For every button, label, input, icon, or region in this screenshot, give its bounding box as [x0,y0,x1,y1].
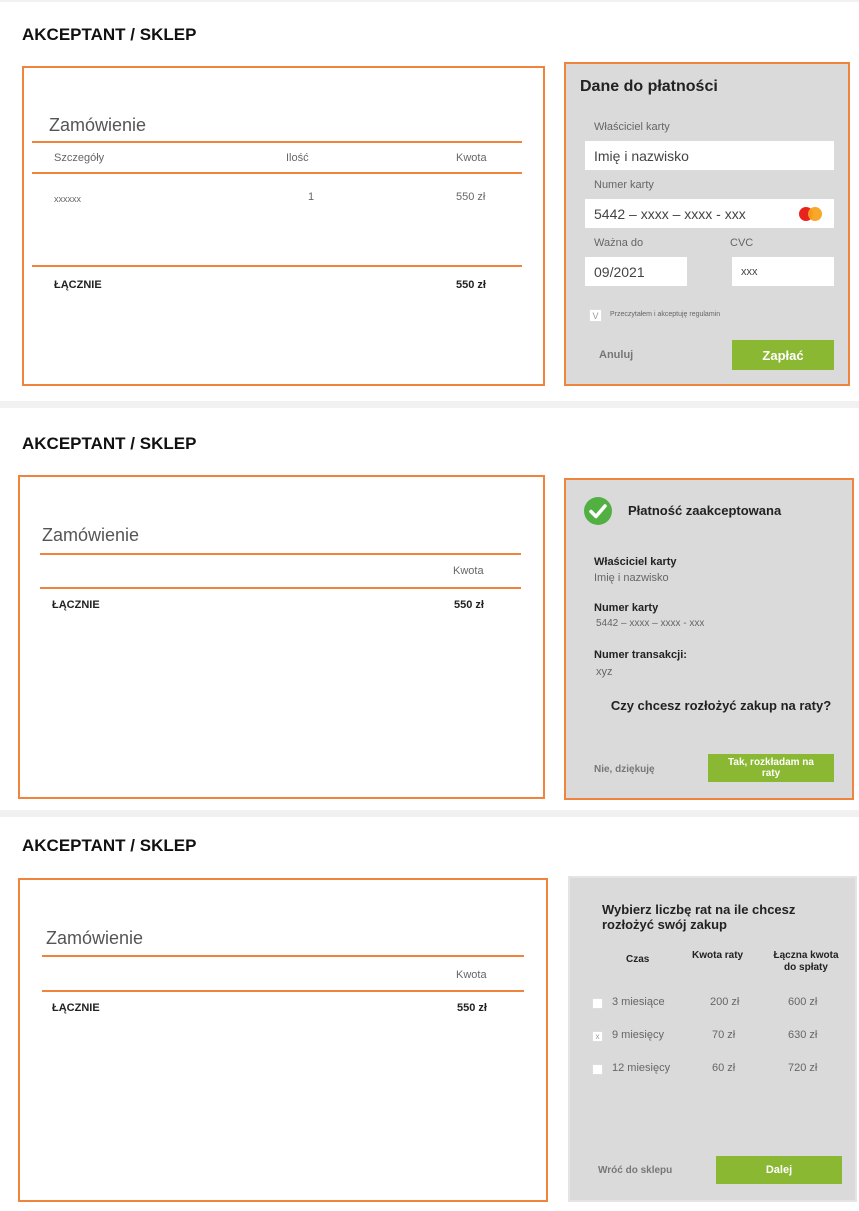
payment-title: Dane do płatności [580,78,718,95]
page-title: AKCEPTANT / SKLEP [22,434,197,453]
owner-value: Imię i nazwisko [594,572,669,584]
terms-checkbox[interactable]: V [589,309,602,322]
installments-panel: Wybierz liczbę rat na ile chcesz rozłoży… [568,876,857,1202]
payment-panel: Dane do płatności Właściciel karty Imię … [564,62,850,386]
column-header-details: Szczegóły [54,152,105,164]
order-title: Zamówienie [49,115,147,135]
top-divider [0,0,859,2]
owner-label: Właściciel karty [594,556,677,568]
card-number-label: Numer karty [594,602,659,614]
card-number-value: 5442 – xxxx – xxxx - xxx [594,205,746,222]
column-header-amount: Kwota [456,152,487,164]
divider [40,587,521,589]
expiry-label: Ważna do [594,237,644,249]
installments-question: Czy chcesz rozłożyć zakup na raty? [610,698,832,713]
installment-total: 720 zł [788,1062,818,1074]
item-detail: xxxxxx [54,194,81,204]
card-number-input[interactable]: 5442 – xxxx – xxxx - xxx [585,199,834,228]
pay-button[interactable]: Zapłać [732,340,834,370]
divider [32,265,522,267]
page-title: AKCEPTANT / SKLEP [22,836,197,855]
page-title: AKCEPTANT / SKLEP [22,25,197,44]
back-to-shop-button[interactable]: Wróć do sklepu [598,1165,672,1176]
expiry-input[interactable]: 09/2021 [585,257,687,286]
column-header-rate: Kwota raty [692,950,744,961]
item-quantity: 1 [308,191,315,203]
next-button[interactable]: Dalej [716,1156,842,1184]
total-amount: 550 zł [454,599,484,611]
divider [32,141,522,143]
order-title: Zamówienie [42,525,140,545]
mastercard-icon [799,207,825,221]
terms-label: Przeczytałem i akceptuję regulamin [610,311,721,318]
cvc-label: CVC [730,237,754,249]
transaction-value: xyz [596,666,613,678]
order-panel: Zamówienie Szczegóły Ilość Kwota xxxxxx … [22,66,545,386]
column-header-amount: Kwota [456,969,487,981]
payment-accepted-panel: Płatność zaakceptowana Właściciel karty … [564,478,854,800]
column-header-quantity: Ilość [286,152,309,164]
order-panel: Zamówienie Kwota ŁĄCZNIE 550 zł [18,878,548,1202]
installment-checkbox[interactable] [592,1064,603,1075]
installment-rate: 60 zł [712,1062,736,1074]
divider [40,553,521,555]
check-circle-icon [584,497,612,525]
divider [42,990,524,992]
installment-total: 630 zł [788,1029,818,1041]
installment-time: 12 miesięcy [612,1062,671,1074]
order-panel: Zamówienie Kwota ŁĄCZNIE 550 zł [18,475,545,799]
card-number-value: 5442 – xxxx – xxxx - xxx [596,618,705,629]
column-header-time: Czas [626,954,650,965]
total-amount: 550 zł [456,279,486,291]
installment-checkbox[interactable]: x [592,1031,603,1042]
owner-label: Właściciel karty [594,121,670,133]
cvc-input[interactable]: xxx [732,257,834,286]
installment-time: 9 miesięcy [612,1029,664,1041]
divider [42,955,524,957]
total-label: ŁĄCZNIE [52,1002,100,1014]
transaction-label: Numer transakcji: [594,649,687,661]
total-amount: 550 zł [457,1002,487,1014]
order-title: Zamówienie [46,928,144,948]
installment-time: 3 miesiące [612,996,665,1008]
installment-checkbox[interactable] [592,998,603,1009]
installment-rate: 200 zł [710,996,740,1008]
installments-title: Wybierz liczbę rat na ile chcesz rozłoży… [602,902,796,932]
column-header-total: Łączna kwota do spłaty [773,950,839,973]
cancel-button[interactable]: Anuluj [599,349,633,361]
divider [32,172,522,174]
total-label: ŁĄCZNIE [52,599,100,611]
owner-input[interactable]: Imię i nazwisko [585,141,834,170]
section-divider [0,810,859,817]
installment-total: 600 zł [788,996,818,1008]
installment-rate: 70 zł [712,1029,736,1041]
total-label: ŁĄCZNIE [54,279,102,291]
card-number-label: Numer karty [594,179,654,191]
no-thanks-button[interactable]: Nie, dziękuję [594,764,655,775]
column-header-amount: Kwota [453,565,484,577]
yes-installments-button[interactable]: Tak, rozkładam na raty [708,754,834,782]
section-divider [0,401,859,408]
accepted-title: Płatność zaakceptowana [628,503,782,518]
item-amount: 550 zł [456,191,486,203]
